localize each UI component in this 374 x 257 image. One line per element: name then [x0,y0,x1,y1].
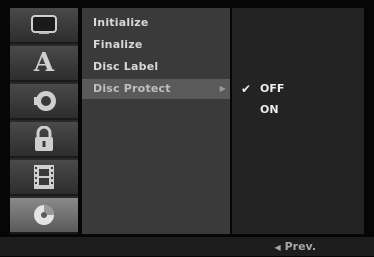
menu-item-label: Initialize [93,16,149,29]
category-display[interactable] [10,8,78,44]
menu-item-disc-protect[interactable]: Disc Protect ▶ [82,79,230,99]
category-lock[interactable] [10,122,78,158]
menu-item-label: Disc Label [93,60,159,73]
lock-icon [35,126,53,151]
option-on[interactable]: ON [232,100,364,120]
menu-item-disc-label[interactable]: Disc Label [82,57,230,77]
disc-protect-submenu: ✔ OFF ON [232,8,364,234]
recording-icon [34,165,54,189]
prev-label: Prev. [284,240,316,253]
audio-icon [34,91,56,111]
option-off[interactable]: ✔ OFF [232,79,364,99]
osd-menu-screen: A Initialize Finalize Disc Label Disc Pr… [0,0,374,256]
category-disc[interactable] [10,198,78,234]
category-language[interactable]: A [10,46,78,82]
display-icon [31,15,57,34]
navigation-hint-bar: ◀ Prev. [0,237,374,256]
category-icon-column: A [10,8,78,234]
language-icon: A [33,48,55,78]
menu-item-finalize[interactable]: Finalize [82,35,230,55]
left-arrow-icon: ◀ [274,243,281,252]
option-label: ON [260,103,279,116]
submenu-arrow-icon: ▶ [219,84,226,93]
disc-menu-panel: Initialize Finalize Disc Label Disc Prot… [82,8,230,234]
prev-button[interactable]: ◀ Prev. [274,237,316,256]
category-recording[interactable] [10,160,78,196]
option-label: OFF [260,82,285,95]
menu-item-label: Finalize [93,38,143,51]
category-audio[interactable] [10,84,78,120]
menu-item-label: Disc Protect [93,82,171,95]
checkmark-icon: ✔ [240,82,252,96]
disc-icon [34,205,54,225]
menu-item-initialize[interactable]: Initialize [82,13,230,33]
